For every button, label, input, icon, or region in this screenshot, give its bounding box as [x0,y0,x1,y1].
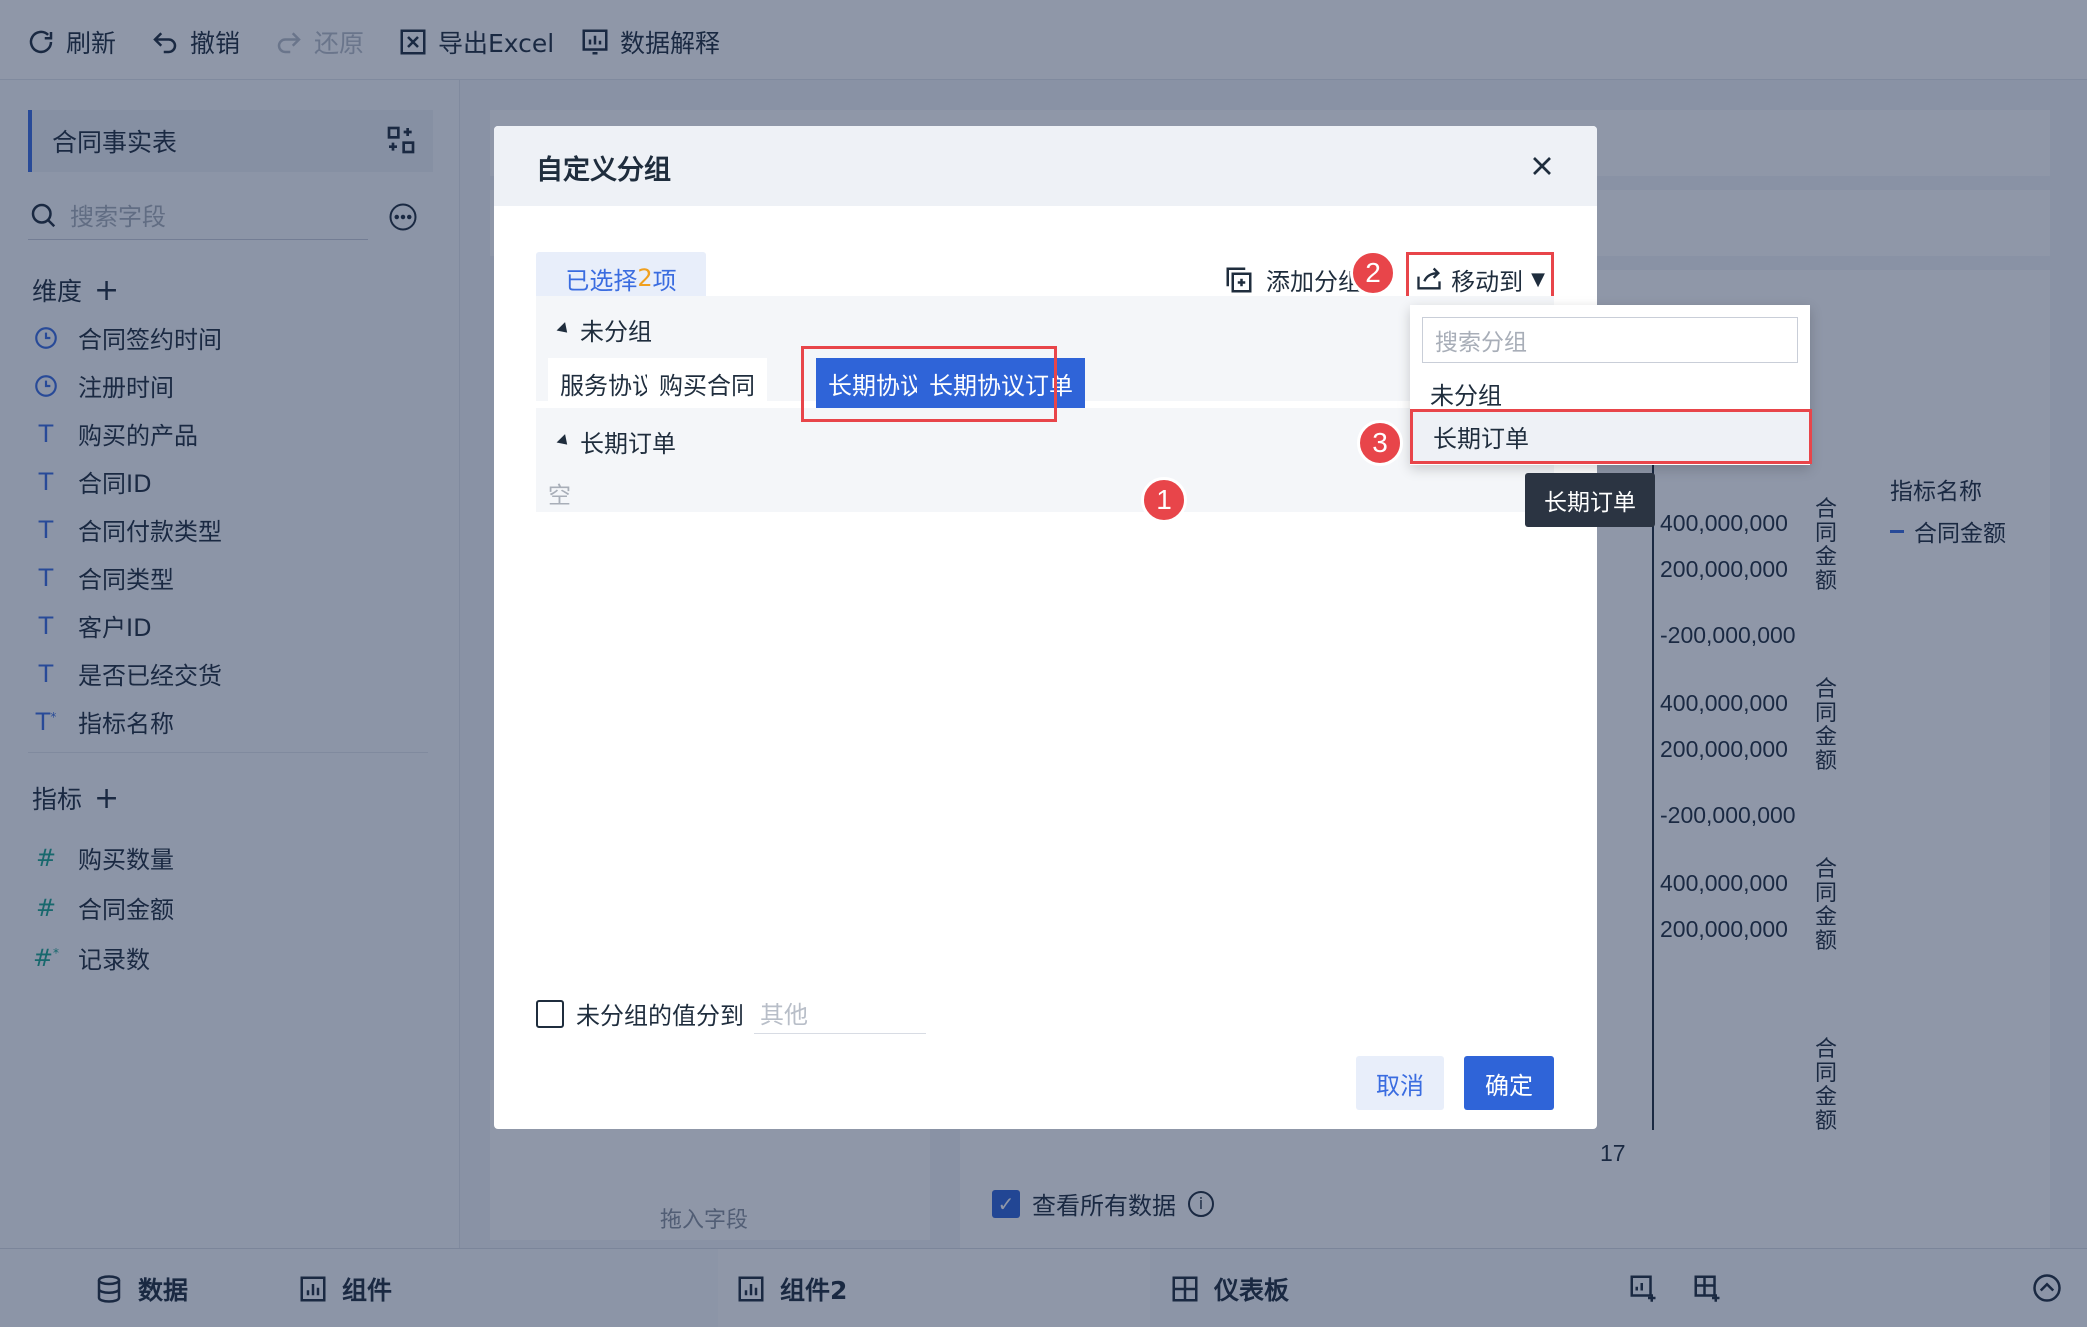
collapse-triangle-icon [556,434,572,449]
dropdown-item-long-term-orders[interactable]: 长期订单 [1410,409,1812,464]
ungrouped-to-option[interactable]: 未分组的值分到 [536,996,744,1031]
ungrouped-target-placeholder: 其他 [760,1001,808,1029]
group-long-term-header[interactable]: 长期订单 [556,424,676,459]
step-marker-3: 3 [1357,420,1403,466]
ungrouped-to-checkbox[interactable] [536,999,564,1028]
move-to-label: 移动到 [1451,267,1524,296]
selected-items-highlight [801,346,1057,422]
selected-count: 2 [637,264,653,292]
selected-suffix: 项 [652,266,677,295]
group-long-term-name: 长期订单 [580,430,676,458]
add-group-label: 添加分组 [1266,268,1362,296]
move-to-icon [1417,267,1441,290]
step-marker-1: 1 [1141,477,1187,523]
group-empty-text: 空 [548,483,571,509]
dialog-header: 自定义分组 [494,126,1597,206]
dialog-title: 自定义分组 [536,155,671,186]
tooltip: 长期订单 [1525,473,1655,527]
group-search-input[interactable]: 搜索分组 [1422,317,1798,363]
group-ungrouped-name: 未分组 [580,318,652,346]
cancel-button[interactable]: 取消 [1356,1056,1444,1110]
add-group-button[interactable]: 添加分组 [1224,262,1362,297]
ungrouped-to-label: 未分组的值分到 [576,1002,744,1030]
caret-down-icon: ▼ [1531,268,1545,290]
ungrouped-target-input[interactable]: 其他 [754,992,926,1034]
group-search-placeholder: 搜索分组 [1435,330,1527,356]
confirm-button[interactable]: 确定 [1464,1056,1554,1110]
selected-prefix: 已选择 [565,266,638,295]
chip-purchase-contract[interactable]: 购买合同 [647,358,767,408]
custom-group-dialog: 自定义分组 已选择2项 添加分组 移动到 ▼ 搜索 全 未分组 长期订单 [494,126,1597,1129]
group-ungrouped-header[interactable]: 未分组 [556,312,652,347]
collapse-triangle-icon [556,322,572,337]
close-icon[interactable] [1526,150,1558,182]
step-marker-2: 2 [1350,250,1396,296]
add-group-icon [1226,267,1252,292]
group-long-term-orders: 长期订单 空 [536,408,1554,512]
